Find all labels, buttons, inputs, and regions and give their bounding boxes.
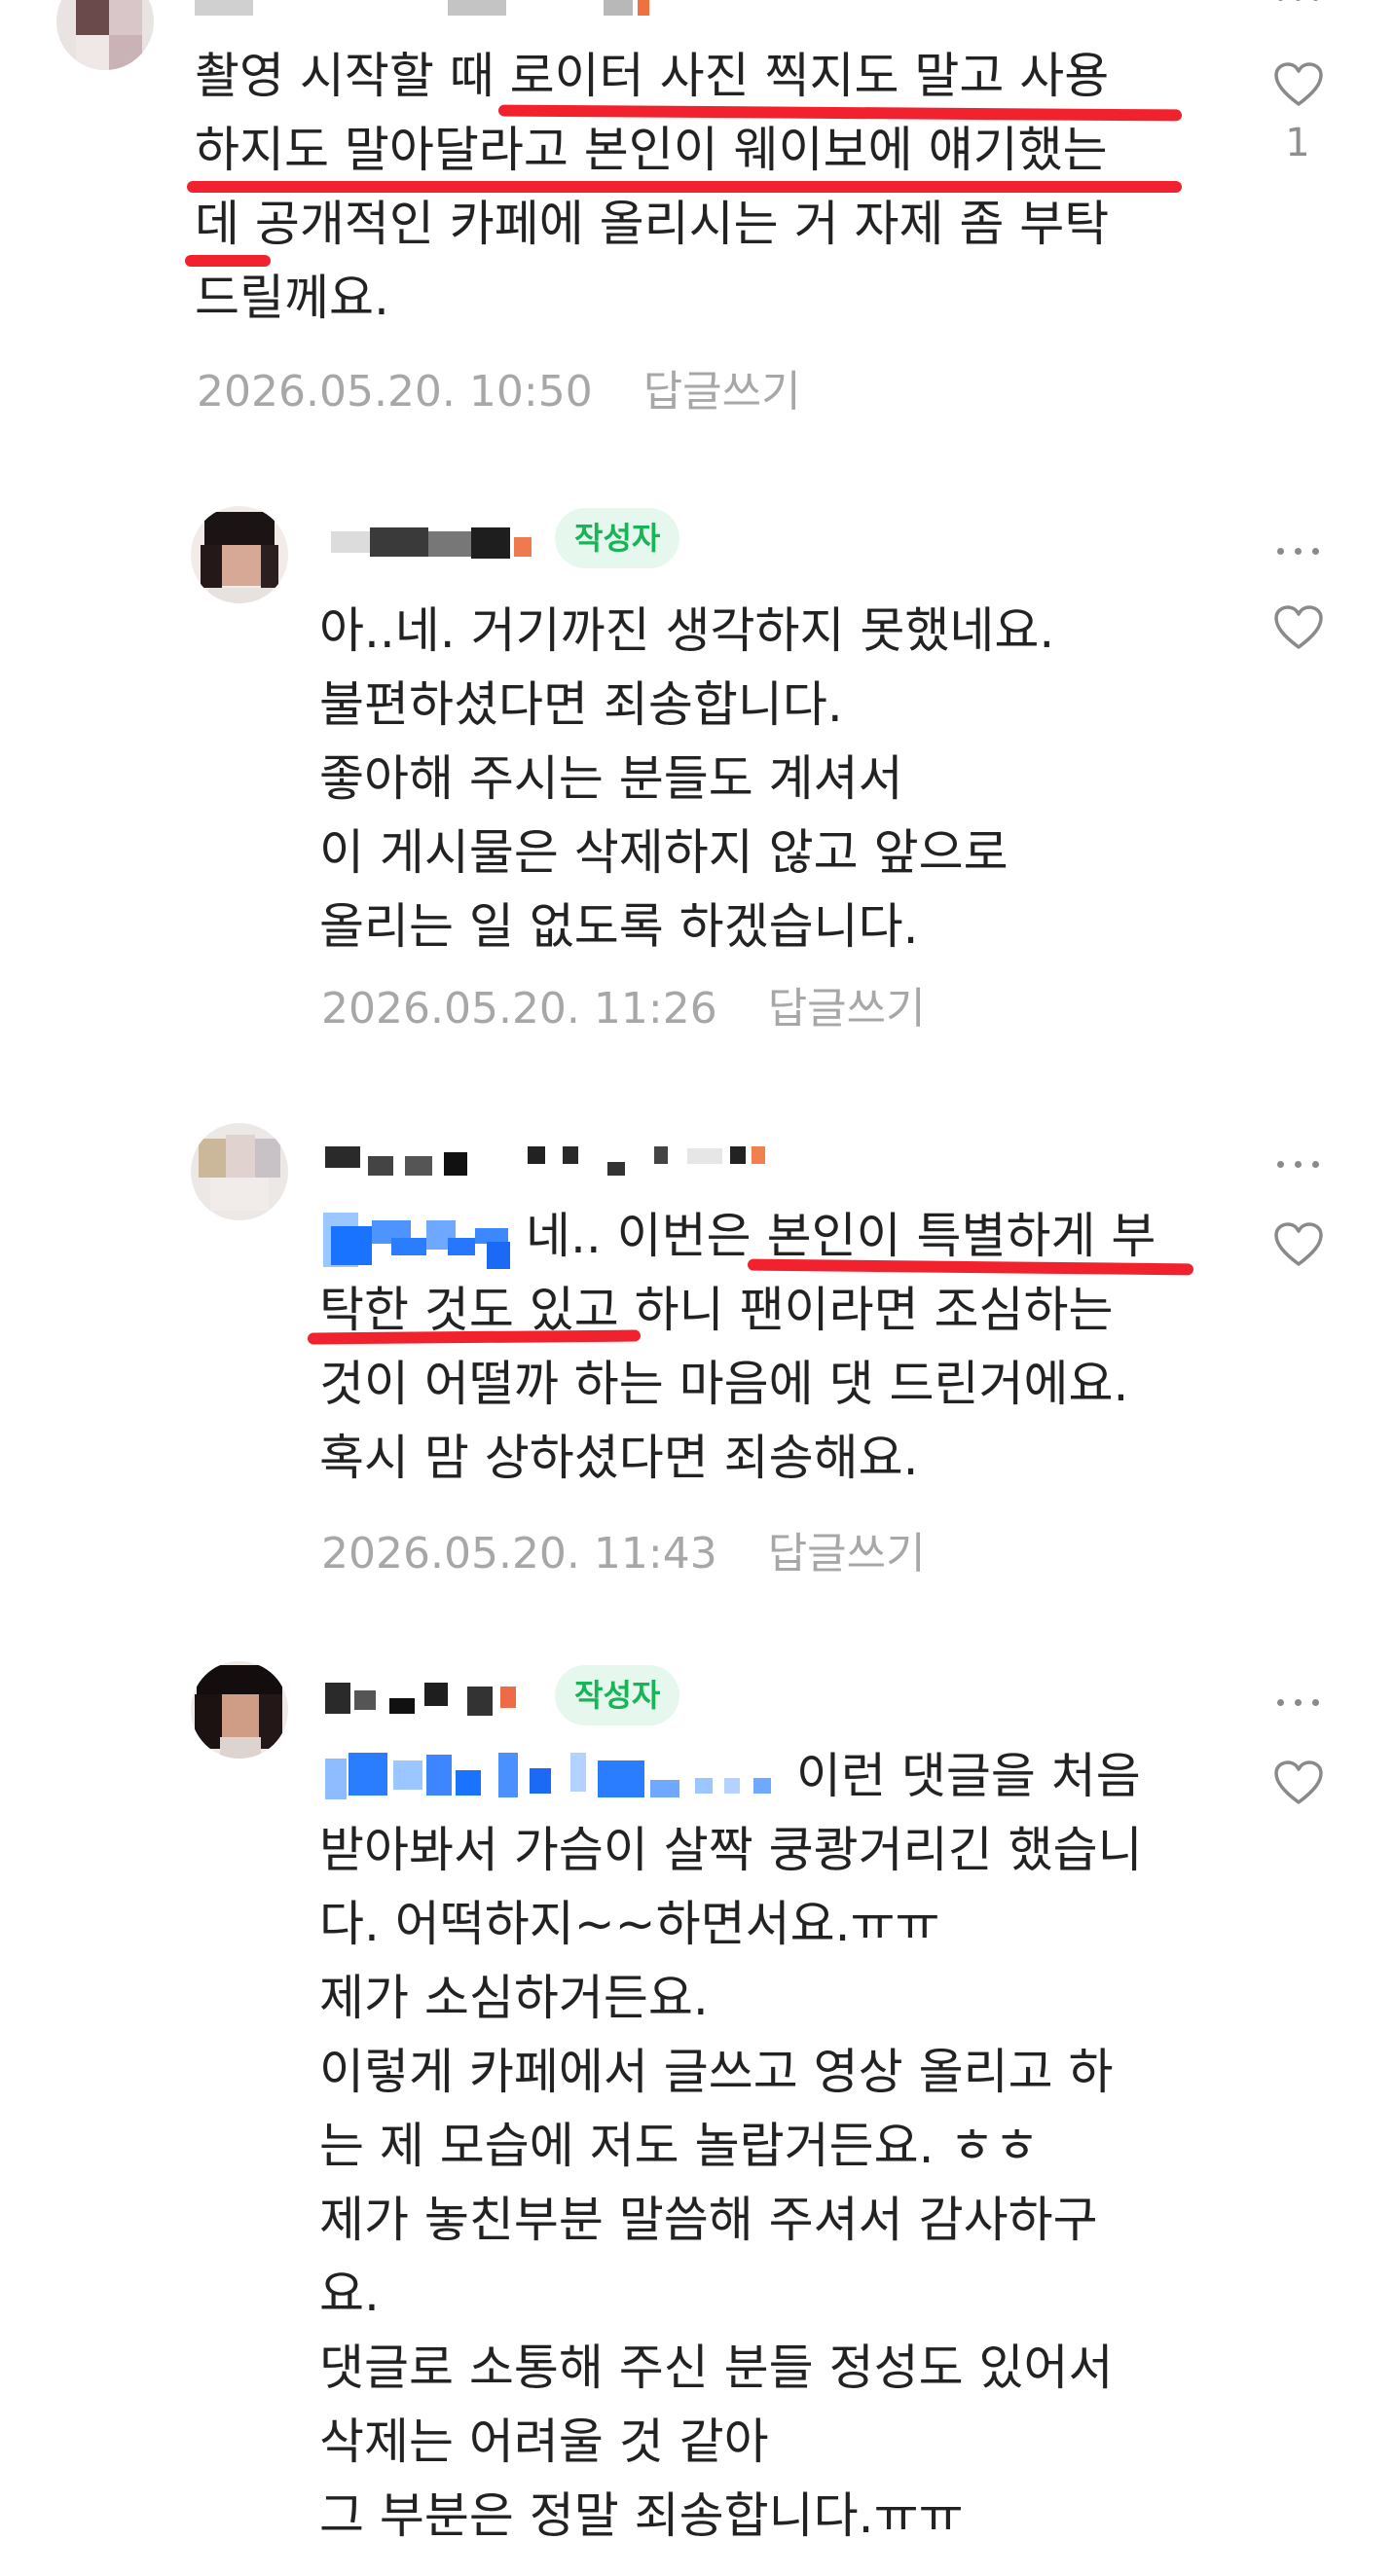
author-name-blurred xyxy=(325,1669,549,1723)
heart-outline-icon[interactable] xyxy=(1273,1222,1324,1267)
comment-first-line: 네.. 이번은 본인이 특별하게 부 xyxy=(526,1208,1156,1264)
comment-line: 그 부분은 정말 죄송합니다.ㅠㅠ xyxy=(319,2487,964,2544)
author-badge: 작성자 xyxy=(555,508,680,568)
comment-date: 2026.05.20. 11:43 xyxy=(321,1529,717,1578)
comment-line: 다. 어떡하지~~하면서요.ㅠㅠ xyxy=(319,1896,940,1952)
comment-line: 이런 댓글을 처음 xyxy=(319,1739,1143,1813)
author-name-blurred xyxy=(325,1133,773,1187)
mention-blurred[interactable] xyxy=(319,1739,785,1813)
comment-meta: 2026.05.20. 10:50 답글쓰기 xyxy=(197,356,801,418)
heart-outline-icon[interactable] xyxy=(1273,605,1324,650)
author-badge: 작성자 xyxy=(555,1665,680,1725)
comment-date: 2026.05.20. 10:50 xyxy=(197,367,593,417)
comment-line: 하지도 말아달라고 본인이 웨이보에 얘기했는 xyxy=(195,122,1108,178)
like-count: 1 xyxy=(1285,121,1310,165)
comment-line: 는 제 모습에 저도 놀랍거든요. ㅎㅎ xyxy=(319,2118,1040,2174)
comment-line: 받아봐서 가슴이 살짝 쿵쾅거리긴 했습니 xyxy=(319,1822,1143,1878)
comment-line: 올리는 일 없도록 하겠습니다. xyxy=(319,898,919,955)
more-dots-icon[interactable] xyxy=(1275,1154,1322,1174)
more-dots-icon[interactable] xyxy=(1275,1692,1322,1712)
comment-line: 혹시 맘 상하셨다면 죄송해요. xyxy=(319,1430,919,1486)
more-dots-icon[interactable] xyxy=(1275,541,1322,561)
reply-link[interactable]: 답글쓰기 xyxy=(643,367,801,417)
avatar[interactable] xyxy=(56,0,154,70)
mention-blurred[interactable] xyxy=(319,1199,526,1273)
highlight-underline xyxy=(185,255,271,267)
comment-line: 드릴께요. xyxy=(195,270,389,326)
avatar[interactable] xyxy=(191,1123,288,1220)
comment-line: 이 게시물은 삭제하지 않고 앞으로 xyxy=(319,824,1009,881)
comment-line: 요. xyxy=(319,2266,380,2322)
comment-line: 좋아해 주시는 분들도 계셔서 xyxy=(319,750,903,807)
comment-first-line: 이런 댓글을 처음 xyxy=(796,1748,1141,1804)
comment-text: 네.. 이번은 본인이 특별하게 부 탁한 것도 있고 하니 팬이라면 조심하는… xyxy=(319,1199,1156,1495)
heart-outline-icon[interactable] xyxy=(1273,1760,1324,1805)
avatar[interactable] xyxy=(191,1661,288,1759)
comment-line: 제가 놓친부분 말씀해 주셔서 감사하구 xyxy=(319,2192,1098,2248)
comment-meta: 2026.05.20. 11:26 답글쓰기 xyxy=(321,973,926,1035)
comment-line: 제가 소심하거든요. xyxy=(319,1970,709,2026)
comment-line: 불편하셨다면 죄송합니다. xyxy=(319,676,843,733)
comment-line: 댓글로 소통해 주신 분들 정성도 있어서 xyxy=(319,2340,1114,2396)
comment-line: 것이 어떨까 하는 마음에 댓 드린거에요. xyxy=(319,1356,1129,1412)
heart-outline-icon[interactable] xyxy=(1273,62,1324,107)
author-name-blurred xyxy=(331,514,545,568)
more-dots-icon[interactable] xyxy=(1275,0,1322,8)
comment-text: 아..네. 거기까진 생각하지 못했네요. 불편하셨다면 죄송합니다. 좋아해 … xyxy=(319,594,1054,963)
reply-link[interactable]: 답글쓰기 xyxy=(768,1529,926,1578)
reply-link[interactable]: 답글쓰기 xyxy=(768,984,926,1034)
highlight-underline xyxy=(187,181,1182,193)
comment-line: 이렇게 카페에서 글쓰고 영상 올리고 하 xyxy=(319,2044,1114,2100)
comment-line: 촬영 시작할 때 로이터 사진 찍지도 말고 사용 xyxy=(195,48,1110,104)
comment-line: 아..네. 거기까진 생각하지 못했네요. xyxy=(319,602,1055,659)
comment-meta: 2026.05.20. 11:43 답글쓰기 xyxy=(321,1518,926,1580)
avatar[interactable] xyxy=(191,506,288,603)
comment-text: 이런 댓글을 처음 받아봐서 가슴이 살짝 쿵쾅거리긴 했습니 다. 어떡하지~… xyxy=(319,1739,1143,2553)
comment-date: 2026.05.20. 11:26 xyxy=(321,984,717,1034)
author-name-blurred xyxy=(195,0,662,25)
comment-line: 삭제는 어려울 것 같아 xyxy=(319,2413,769,2470)
comment-line: 데 공개적인 카페에 올리시는 거 자제 좀 부탁 xyxy=(195,196,1110,252)
